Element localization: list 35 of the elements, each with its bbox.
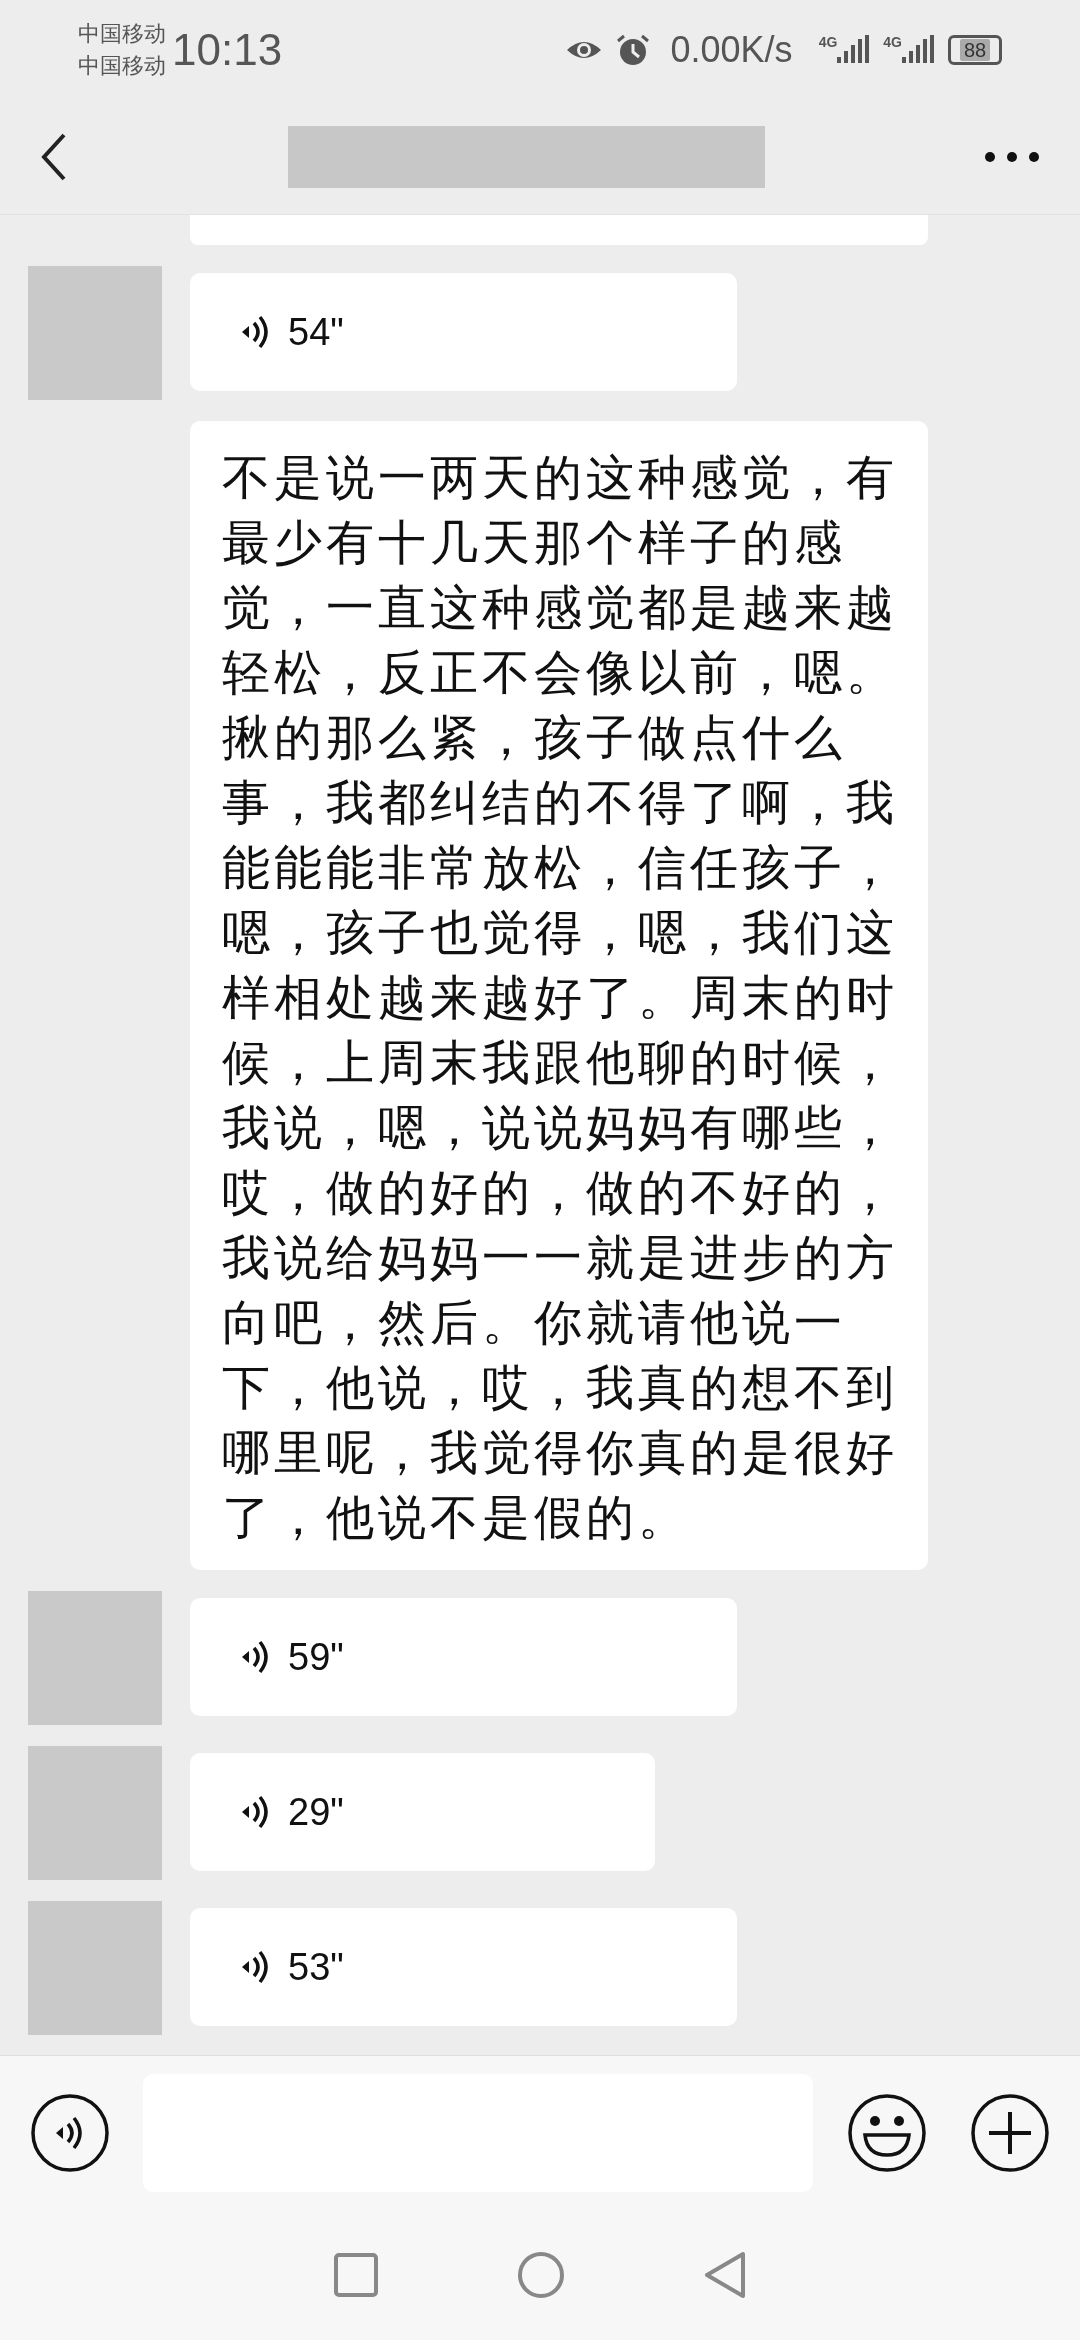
network-speed: 0.00K/s [670,28,793,72]
voice-duration: 54" [288,309,344,355]
clock-time: 10:13 [172,24,283,76]
signal-icon [902,35,934,65]
message-text: 不是说一两天的这种感觉，有最少有十几天那个样子的感觉，一直这种感觉都是越来越轻松，反正不会像以前，嗯。揪的那么紧，孩子做点什么事，我都纠结的不得了啊，我能能能非常放松，信任孩子，嗯，孩子也觉得，嗯，我们这样相处越来越好了。周末的时候，上周末我跟他聊的时候，我说，嗯，说说妈妈有哪些，哎，做的好的，做的不好的，我说给妈妈一一就是进步的方向吧，然后。你就请他说一下，他说，哎，我真的想不到哪里呢，我觉得你真的是很好了，他说不是假的。 [190,421,928,1570]
more-button[interactable] [984,151,1040,163]
triangle-icon [703,2251,747,2299]
voice-message[interactable]: 54" [190,273,737,391]
carrier-name: 中国移动 [78,52,166,80]
network-type: 4G [883,35,902,49]
smiley-icon [847,2093,927,2173]
back-icon [40,131,68,183]
emoji-button[interactable] [847,2093,927,2173]
voice-duration: 29" [288,1789,344,1835]
back-button[interactable] [40,131,68,183]
voice-message[interactable]: 29" [190,1753,656,1871]
back-nav-button[interactable] [703,2251,747,2299]
battery-level: 88 [959,39,991,61]
home-button[interactable] [517,2251,565,2299]
voice-duration: 53" [288,1944,344,1990]
carrier-name: 中国移动 [78,20,166,48]
voice-message[interactable]: 59" [190,1598,737,1716]
voice-duration: 59" [288,1634,344,1680]
more-icon [984,151,1040,163]
alarm-icon [614,33,651,67]
voice-message[interactable]: 53" [190,1908,737,2026]
plus-icon [970,2093,1050,2173]
network-type: 4G [818,35,838,49]
signal-icon [837,35,870,65]
circle-icon [517,2251,565,2299]
plus-button[interactable] [970,2093,1050,2173]
voice-icon [30,2093,110,2173]
voice-button[interactable] [30,2093,110,2173]
square-icon [333,2252,379,2298]
recents-button[interactable] [333,2252,379,2298]
